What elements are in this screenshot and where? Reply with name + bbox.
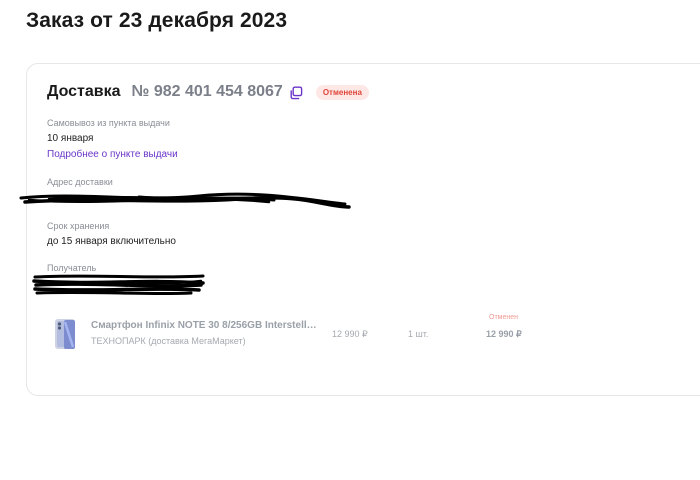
recipient-redaction xyxy=(32,274,205,296)
item-status: Отменен xyxy=(489,314,518,321)
item-price: 12 990 ₽ xyxy=(332,329,368,339)
address-redaction xyxy=(19,192,351,209)
delivery-header: Доставка № 982 401 454 8067 Отменена xyxy=(47,83,369,101)
storage-label: Срок хранения xyxy=(47,221,110,231)
pickup-date: 10 января xyxy=(47,133,94,144)
item-seller: ТЕХНОПАРК (доставка МегаМаркет) xyxy=(91,336,246,346)
item-quantity: 1 шт. xyxy=(408,329,429,339)
delivery-number: № 982 401 454 8067 xyxy=(131,83,283,100)
storage-value: до 15 января включительно xyxy=(47,236,176,247)
phone-thumbnail[interactable] xyxy=(51,318,79,350)
pickup-point-link[interactable]: Подробнее о пункте выдачи xyxy=(47,149,178,160)
pickup-label: Самовывоз из пункта выдачи xyxy=(47,118,170,128)
item-name[interactable]: Смартфон Infinix NOTE 30 8/256GB Interst… xyxy=(91,320,319,331)
address-label: Адрес доставки xyxy=(47,177,113,187)
page-title: Заказ от 23 декабря 2023 xyxy=(26,9,288,32)
status-badge: Отменена xyxy=(315,84,369,100)
copy-icon[interactable] xyxy=(289,86,303,100)
delivery-title: Доставка xyxy=(47,83,121,100)
item-total: 12 990 ₽ xyxy=(486,329,522,339)
delivery-card: Доставка № 982 401 454 8067 Отменена Сам… xyxy=(19,63,700,396)
